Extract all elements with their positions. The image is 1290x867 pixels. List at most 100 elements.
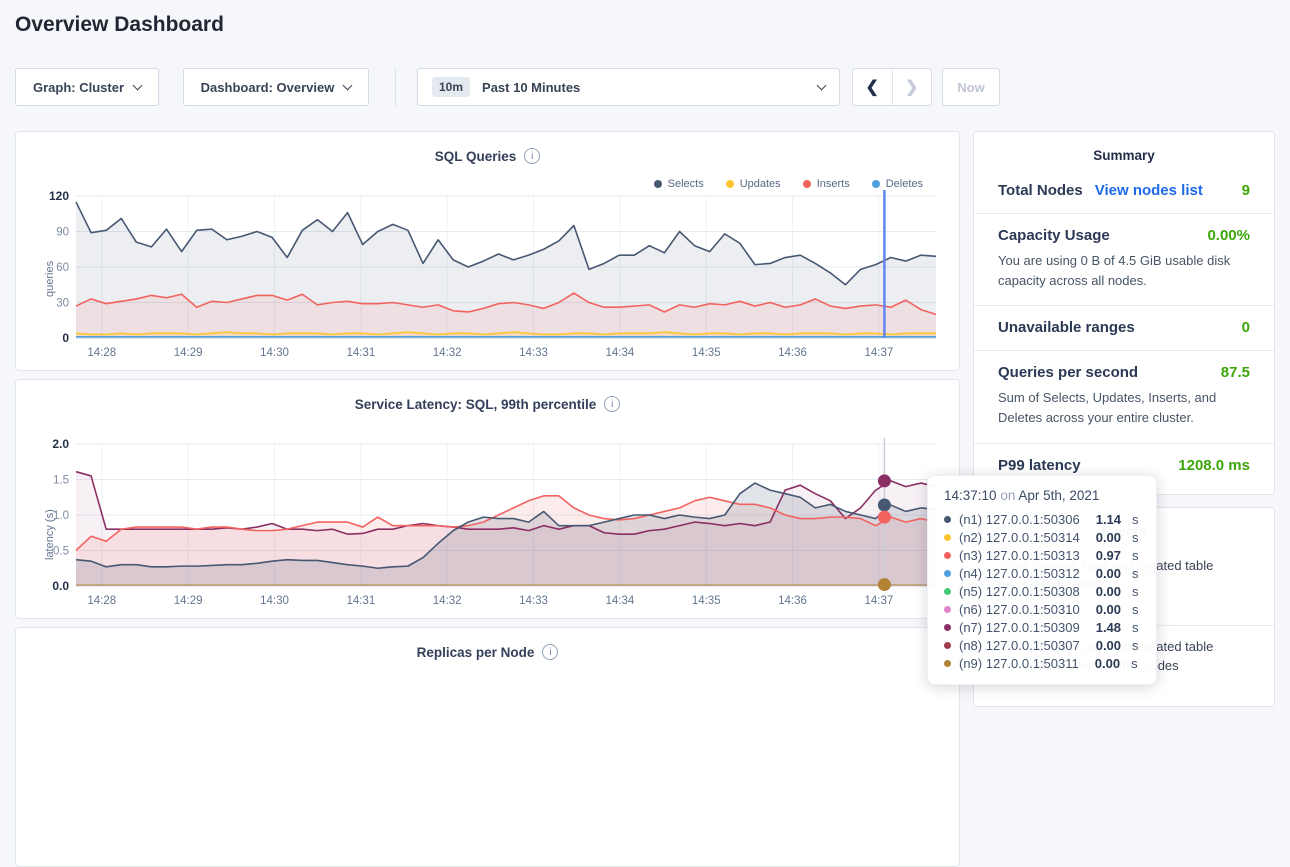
sql-queries-chart[interactable]: 14:2814:2914:3014:3114:3214:3314:3414:35… bbox=[32, 188, 942, 369]
svg-text:14:28: 14:28 bbox=[87, 595, 116, 607]
tooltip-node-unit: s bbox=[1132, 620, 1139, 635]
svg-text:14:35: 14:35 bbox=[692, 595, 721, 607]
summary-stat-label: Total Nodes bbox=[998, 182, 1083, 199]
graph-dropdown[interactable]: Graph: Cluster bbox=[15, 68, 159, 106]
time-range-badge: 10m bbox=[432, 77, 470, 97]
tooltip-node-row: (n1) 127.0.0.1:50306 1.14 s bbox=[944, 510, 1140, 528]
svg-text:14:31: 14:31 bbox=[346, 595, 375, 607]
service-latency-chart[interactable]: 14:28 14:29 14:30 14:31 14:32 14:33 14:34 14:35… bbox=[32, 436, 942, 617]
svg-text:2.0: 2.0 bbox=[52, 437, 69, 451]
tooltip-node-label: (n7) 127.0.0.1:50309 bbox=[959, 620, 1080, 635]
tooltip-node-value: 0.00 bbox=[1095, 656, 1120, 671]
time-range-select[interactable]: 10m Past 10 Minutes bbox=[417, 68, 840, 106]
series-color-dot bbox=[944, 534, 951, 541]
dashboard-dropdown[interactable]: Dashboard: Overview bbox=[183, 68, 369, 106]
series-color-dot bbox=[944, 516, 951, 523]
tooltip-timestamp: 14:37:10 on Apr 5th, 2021 bbox=[944, 488, 1140, 503]
tooltip-node-row: (n8) 127.0.0.1:50307 0.00 s bbox=[944, 636, 1140, 654]
sql-queries-title: SQL Queries i bbox=[16, 132, 959, 164]
service-latency-title: Service Latency: SQL, 99th percentile i bbox=[16, 380, 959, 412]
tooltip-node-unit: s bbox=[1132, 512, 1139, 527]
sql-queries-panel: SQL Queries i SelectsUpdatesInsertsDelet… bbox=[15, 131, 960, 371]
chevron-down-icon bbox=[343, 80, 353, 90]
view-nodes-list-link[interactable]: View nodes list bbox=[1095, 182, 1203, 199]
line-chart[interactable]: 14:28 14:29 14:30 14:31 14:32 14:33 14:34 14:35… bbox=[32, 436, 942, 612]
tooltip-node-value: 0.00 bbox=[1096, 638, 1121, 653]
summary-stat-value: 87.5 bbox=[1221, 364, 1250, 381]
chart-hover-tooltip: 14:37:10 on Apr 5th, 2021 (n1) 127.0.0.1… bbox=[927, 475, 1157, 685]
summary-stat-value: 1208.0 ms bbox=[1178, 457, 1250, 474]
tooltip-node-unit: s bbox=[1132, 584, 1139, 599]
svg-text:14:37: 14:37 bbox=[865, 595, 894, 607]
prev-range-button[interactable]: ❮ bbox=[853, 69, 893, 105]
tooltip-node-label: (n8) 127.0.0.1:50307 bbox=[959, 638, 1080, 653]
legend-color-dot bbox=[803, 180, 811, 188]
tooltip-node-unit: s bbox=[1132, 530, 1139, 545]
svg-text:14:36: 14:36 bbox=[778, 347, 807, 359]
summary-stat-value: 0.00% bbox=[1207, 227, 1250, 244]
svg-text:90: 90 bbox=[56, 227, 69, 239]
svg-text:14:37: 14:37 bbox=[865, 347, 894, 359]
svg-text:14:32: 14:32 bbox=[433, 347, 462, 359]
svg-text:14:34: 14:34 bbox=[605, 595, 634, 607]
svg-text:14:31: 14:31 bbox=[346, 347, 375, 359]
tooltip-node-unit: s bbox=[1132, 638, 1139, 653]
tooltip-node-row: (n9) 127.0.0.1:503110.00s bbox=[944, 654, 1140, 672]
summary-stat-label: Queries per second bbox=[998, 364, 1138, 381]
tooltip-node-value: 0.00 bbox=[1096, 602, 1121, 617]
svg-text:14:35: 14:35 bbox=[692, 347, 721, 359]
summary-row: Capacity Usage 0.00% You are using 0 B of … bbox=[974, 213, 1274, 305]
tooltip-node-value: 1.14 bbox=[1096, 512, 1121, 527]
series-color-dot bbox=[944, 642, 951, 649]
svg-text:14:32: 14:32 bbox=[433, 595, 462, 607]
tooltip-node-row: (n6) 127.0.0.1:503100.00s bbox=[944, 600, 1140, 618]
chevron-down-icon bbox=[817, 80, 827, 90]
summary-row: Queries per second 87.5 Sum of Selects, Up… bbox=[974, 350, 1274, 442]
series-color-dot bbox=[944, 588, 951, 595]
tooltip-node-value: 0.00 bbox=[1096, 584, 1121, 599]
page-title: Overview Dashboard bbox=[15, 13, 224, 37]
tooltip-node-label: (n9) 127.0.0.1:50311 bbox=[959, 656, 1079, 671]
legend-color-dot bbox=[872, 180, 880, 188]
svg-text:1.5: 1.5 bbox=[53, 475, 69, 487]
tooltip-node-label: (n4) 127.0.0.1:50312 bbox=[959, 566, 1080, 581]
dashboard-dropdown-label: Dashboard: Overview bbox=[201, 80, 335, 95]
summary-stat-note: You are using 0 B of 4.5 GiB usable disk… bbox=[998, 251, 1250, 291]
svg-text:120: 120 bbox=[49, 189, 69, 203]
svg-text:60: 60 bbox=[56, 262, 69, 274]
tooltip-node-row: (n2) 127.0.0.1:503140.00s bbox=[944, 528, 1140, 546]
svg-text:14:29: 14:29 bbox=[174, 595, 203, 607]
tooltip-node-label: (n2) 127.0.0.1:50314 bbox=[959, 530, 1080, 545]
info-icon[interactable]: i bbox=[542, 644, 558, 660]
tooltip-node-row: (n4) 127.0.0.1:503120.00s bbox=[944, 564, 1140, 582]
svg-text:0: 0 bbox=[62, 331, 69, 345]
summary-stat-note: Sum of Selects, Updates, Inserts, and De… bbox=[998, 388, 1250, 428]
summary-row: Total Nodes View nodes list 9 bbox=[974, 169, 1274, 213]
tooltip-node-unit: s bbox=[1132, 548, 1139, 563]
svg-text:14:33: 14:33 bbox=[519, 347, 548, 359]
summary-stat-value: 0 bbox=[1242, 319, 1250, 336]
chevron-down-icon bbox=[133, 80, 143, 90]
info-icon[interactable]: i bbox=[524, 148, 540, 164]
summary-stat-value: 9 bbox=[1242, 182, 1250, 199]
replicas-per-node-panel: Replicas per Node i bbox=[15, 627, 960, 867]
tooltip-node-label: (n5) 127.0.0.1:50308 bbox=[959, 584, 1080, 599]
legend-color-dot bbox=[726, 180, 734, 188]
service-latency-panel: Service Latency: SQL, 99th percentile i … bbox=[15, 379, 960, 619]
now-button: Now bbox=[942, 68, 1000, 106]
series-color-dot bbox=[944, 660, 951, 667]
next-range-button: ❯ bbox=[893, 69, 932, 105]
svg-text:0.5: 0.5 bbox=[53, 546, 69, 558]
svg-text:14:33: 14:33 bbox=[519, 595, 548, 607]
svg-text:14:30: 14:30 bbox=[260, 595, 289, 607]
series-color-dot bbox=[944, 552, 951, 559]
svg-text:14:34: 14:34 bbox=[605, 347, 634, 359]
series-color-dot bbox=[944, 570, 951, 577]
tooltip-node-unit: s bbox=[1132, 566, 1139, 581]
tooltip-node-label: (n1) 127.0.0.1:50306 bbox=[959, 512, 1080, 527]
line-chart[interactable]: 14:2814:2914:3014:3114:3214:3314:3414:35… bbox=[32, 188, 942, 364]
summary-stat-label: Capacity Usage bbox=[998, 227, 1110, 244]
info-icon[interactable]: i bbox=[604, 396, 620, 412]
time-pager: ❮ ❯ bbox=[852, 68, 932, 106]
summary-title: Summary bbox=[974, 132, 1274, 169]
